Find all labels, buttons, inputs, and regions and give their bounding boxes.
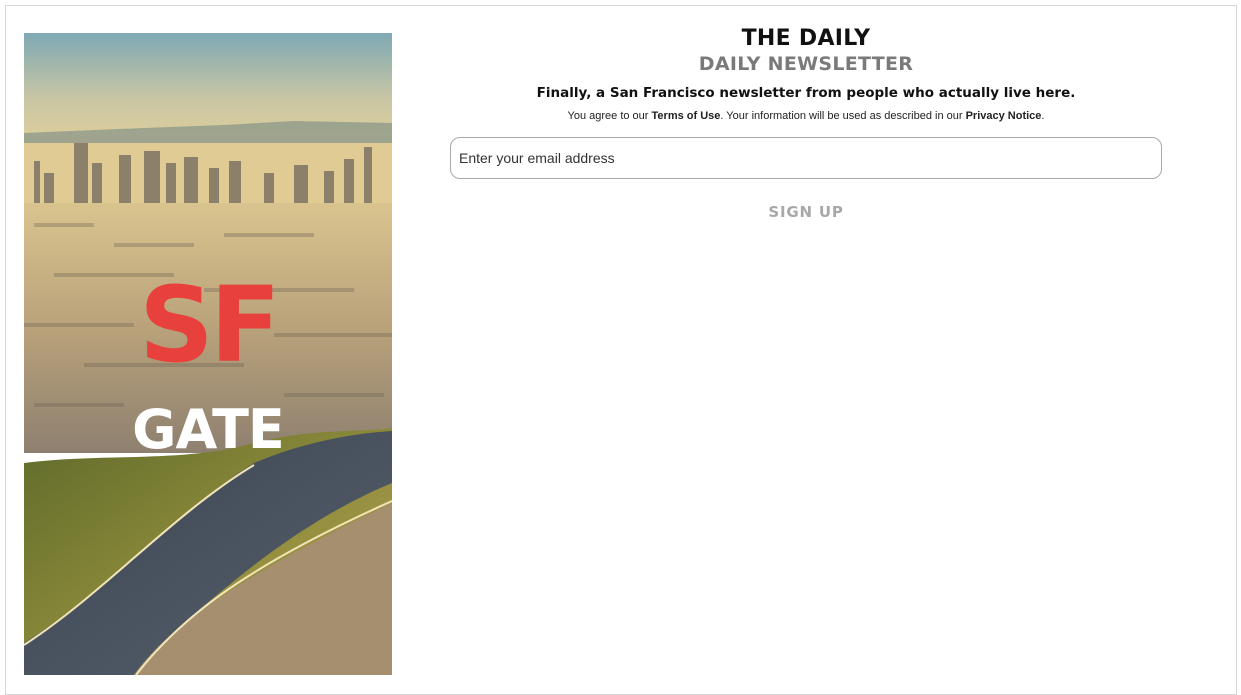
sfgate-logo-gate: GATE (132, 398, 285, 461)
newsletter-title: THE DAILY (741, 26, 871, 51)
newsletter-tagline: Finally, a San Francisco newsletter from… (536, 85, 1076, 101)
signup-panel: THE DAILY DAILY NEWSLETTER Finally, a Sa… (450, 26, 1162, 222)
legal-suffix: . (1041, 110, 1045, 122)
legal-prefix: You agree to our (567, 110, 652, 122)
legal-middle: . Your information will be used as descr… (720, 110, 966, 122)
newsletter-subtitle: DAILY NEWSLETTER (698, 53, 914, 75)
hero-image: SF GATE (24, 33, 392, 675)
newsletter-modal: SF GATE THE DAILY DAILY NEWSLETTER Final… (5, 5, 1237, 695)
legal-notice: You agree to our Terms of Use. Your info… (450, 109, 1162, 123)
terms-of-use-link[interactable]: Terms of Use (652, 110, 721, 122)
privacy-notice-link[interactable]: Privacy Notice (966, 110, 1042, 122)
sfgate-logo-sf: SF (139, 264, 281, 386)
sign-up-button[interactable]: SIGN UP (768, 203, 843, 221)
email-input[interactable] (450, 137, 1162, 179)
